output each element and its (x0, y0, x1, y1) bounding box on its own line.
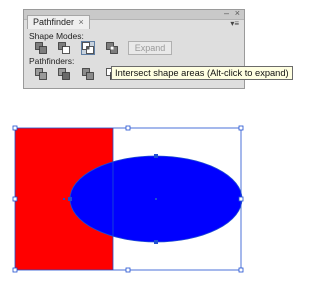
ellipse-anchor-bottom[interactable] (154, 240, 158, 244)
pathfinder-panel: – × Pathfinder × ▾≡ Shape Modes: Expand … (23, 8, 293, 89)
handle-bottom-middle[interactable] (125, 267, 131, 273)
rectangle-center-point (63, 198, 65, 200)
ellipse-anchor-top[interactable] (154, 154, 158, 158)
tab-label: Pathfinder (33, 17, 75, 27)
handle-top-left[interactable] (12, 125, 18, 131)
minimize-button[interactable]: – (224, 8, 229, 18)
divide-icon[interactable] (34, 67, 48, 81)
handle-bottom-left[interactable] (12, 267, 18, 273)
handle-middle-right[interactable] (238, 196, 244, 202)
exclude-icon[interactable] (105, 41, 119, 55)
minus-front-icon[interactable] (57, 41, 71, 55)
panel-menu-icon[interactable]: ▾≡ (230, 20, 239, 28)
tab-pathfinder[interactable]: Pathfinder × (27, 15, 90, 29)
handle-top-middle[interactable] (125, 125, 131, 131)
expand-button[interactable]: Expand (128, 41, 172, 55)
merge-icon[interactable] (81, 67, 95, 81)
intersect-icon[interactable] (81, 41, 95, 55)
pathfinders-label: Pathfinders: (29, 56, 75, 66)
close-button[interactable]: × (235, 8, 240, 18)
handle-top-right[interactable] (238, 125, 244, 131)
tab-close-icon[interactable]: × (79, 17, 84, 27)
artboard-canvas[interactable] (0, 115, 277, 300)
unite-icon[interactable] (34, 41, 48, 55)
ellipse-center-point (155, 198, 157, 200)
handle-middle-left[interactable] (12, 196, 18, 202)
trim-icon[interactable] (57, 67, 71, 81)
tooltip: Intersect shape areas (Alt-click to expa… (111, 66, 293, 80)
handle-bottom-right[interactable] (238, 267, 244, 273)
ellipse-anchor-left[interactable] (68, 197, 72, 201)
shape-modes-label: Shape Modes: (29, 31, 84, 41)
